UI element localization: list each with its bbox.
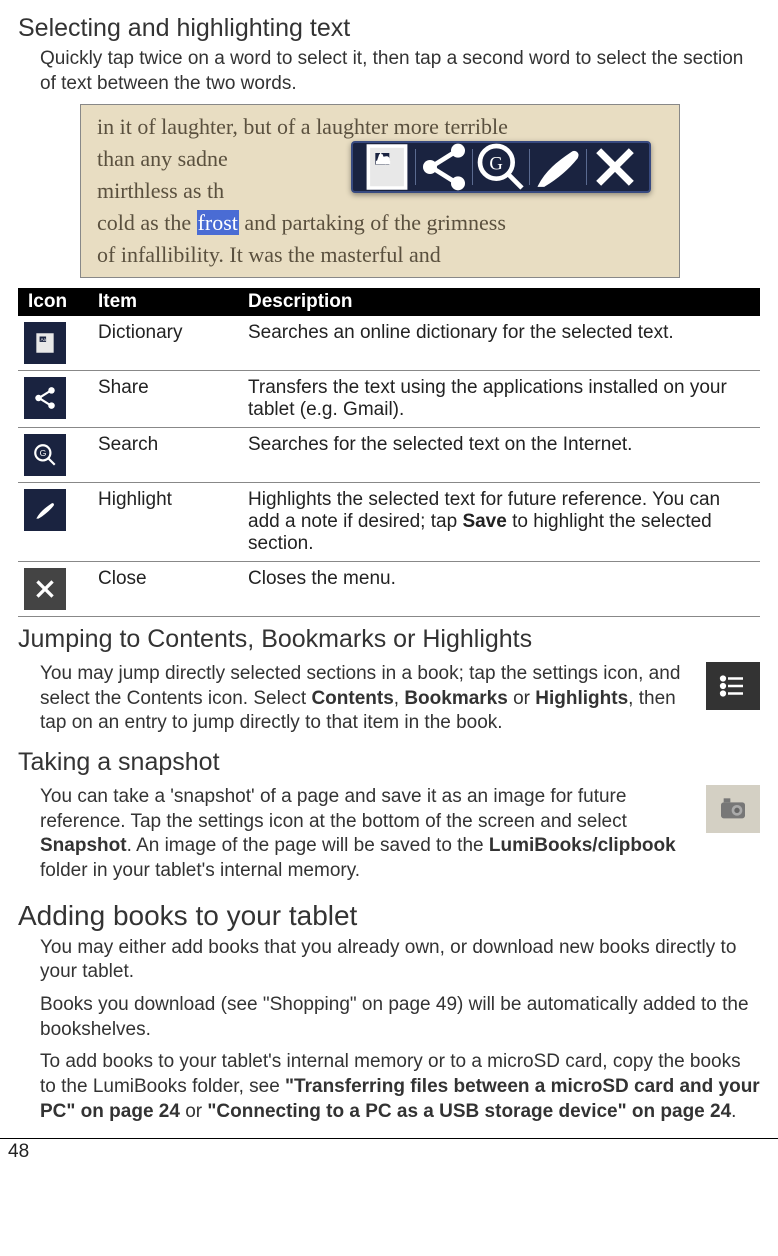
selected-word: frost — [197, 210, 239, 235]
item-desc: Closes the menu. — [242, 561, 760, 616]
heading-snapshot: Taking a snapshot — [18, 748, 760, 777]
icon-description-table: Icon Item Description Aa Dictionary Sear… — [18, 288, 760, 617]
item-desc: Searches for the selected text on the In… — [242, 427, 760, 482]
item-name: Highlight — [92, 482, 242, 561]
highlight-icon[interactable] — [530, 149, 586, 185]
highlight-icon — [24, 489, 66, 531]
dictionary-icon: Aa — [24, 322, 66, 364]
reader-sample: in it of laughter, but of a laughter mor… — [80, 104, 680, 277]
table-row: Highlight Highlights the selected text f… — [18, 482, 760, 561]
share-icon[interactable] — [416, 149, 472, 185]
svg-text:G: G — [489, 154, 502, 175]
table-row: Aa Dictionary Searches an online diction… — [18, 316, 760, 371]
snapshot-paragraph: You can take a 'snapshot' of a page and … — [40, 785, 760, 884]
item-name: Dictionary — [92, 316, 242, 371]
item-name: Share — [92, 370, 242, 427]
reader-line: of infallibility. It was the masterful a… — [97, 239, 663, 271]
svg-text:Aa: Aa — [378, 156, 390, 166]
table-row: Share Transfers the text using the appli… — [18, 370, 760, 427]
adding-p2: Books you download (see "Shopping" on pa… — [40, 993, 760, 1042]
camera-icon — [706, 785, 760, 833]
close-icon — [24, 568, 66, 610]
col-header-desc: Description — [242, 288, 760, 316]
adding-p3: To add books to your tablet's internal m… — [40, 1050, 760, 1124]
svg-text:G: G — [40, 448, 47, 458]
search-icon[interactable]: G — [473, 149, 529, 185]
table-row: G Search Searches for the selected text … — [18, 427, 760, 482]
heading-adding-books: Adding books to your tablet — [18, 900, 760, 932]
adding-p1: You may either add books that you alread… — [40, 936, 760, 985]
item-name: Search — [92, 427, 242, 482]
jumping-paragraph: You may jump directly selected sections … — [40, 662, 760, 736]
item-desc: Highlights the selected text for future … — [242, 482, 760, 561]
search-icon: G — [24, 434, 66, 476]
contents-list-icon — [706, 662, 760, 710]
item-name: Close — [92, 561, 242, 616]
reader-line: cold as the frost and partaking of the g… — [97, 207, 663, 239]
dictionary-icon[interactable]: Aa — [359, 149, 415, 185]
heading-jumping: Jumping to Contents, Bookmarks or Highli… — [18, 625, 760, 654]
col-header-item: Item — [92, 288, 242, 316]
svg-text:Aa: Aa — [41, 337, 47, 342]
item-desc: Transfers the text using the application… — [242, 370, 760, 427]
share-icon — [24, 377, 66, 419]
page-number: 48 — [8, 1141, 29, 1162]
col-header-icon: Icon — [18, 288, 92, 316]
item-desc: Searches an online dictionary for the se… — [242, 316, 760, 371]
table-row: Close Closes the menu. — [18, 561, 760, 616]
selection-toolbar: Aa G — [351, 141, 651, 193]
close-icon[interactable] — [587, 149, 643, 185]
heading-selecting: Selecting and highlighting text — [18, 14, 760, 43]
intro-paragraph: Quickly tap twice on a word to select it… — [40, 47, 760, 96]
